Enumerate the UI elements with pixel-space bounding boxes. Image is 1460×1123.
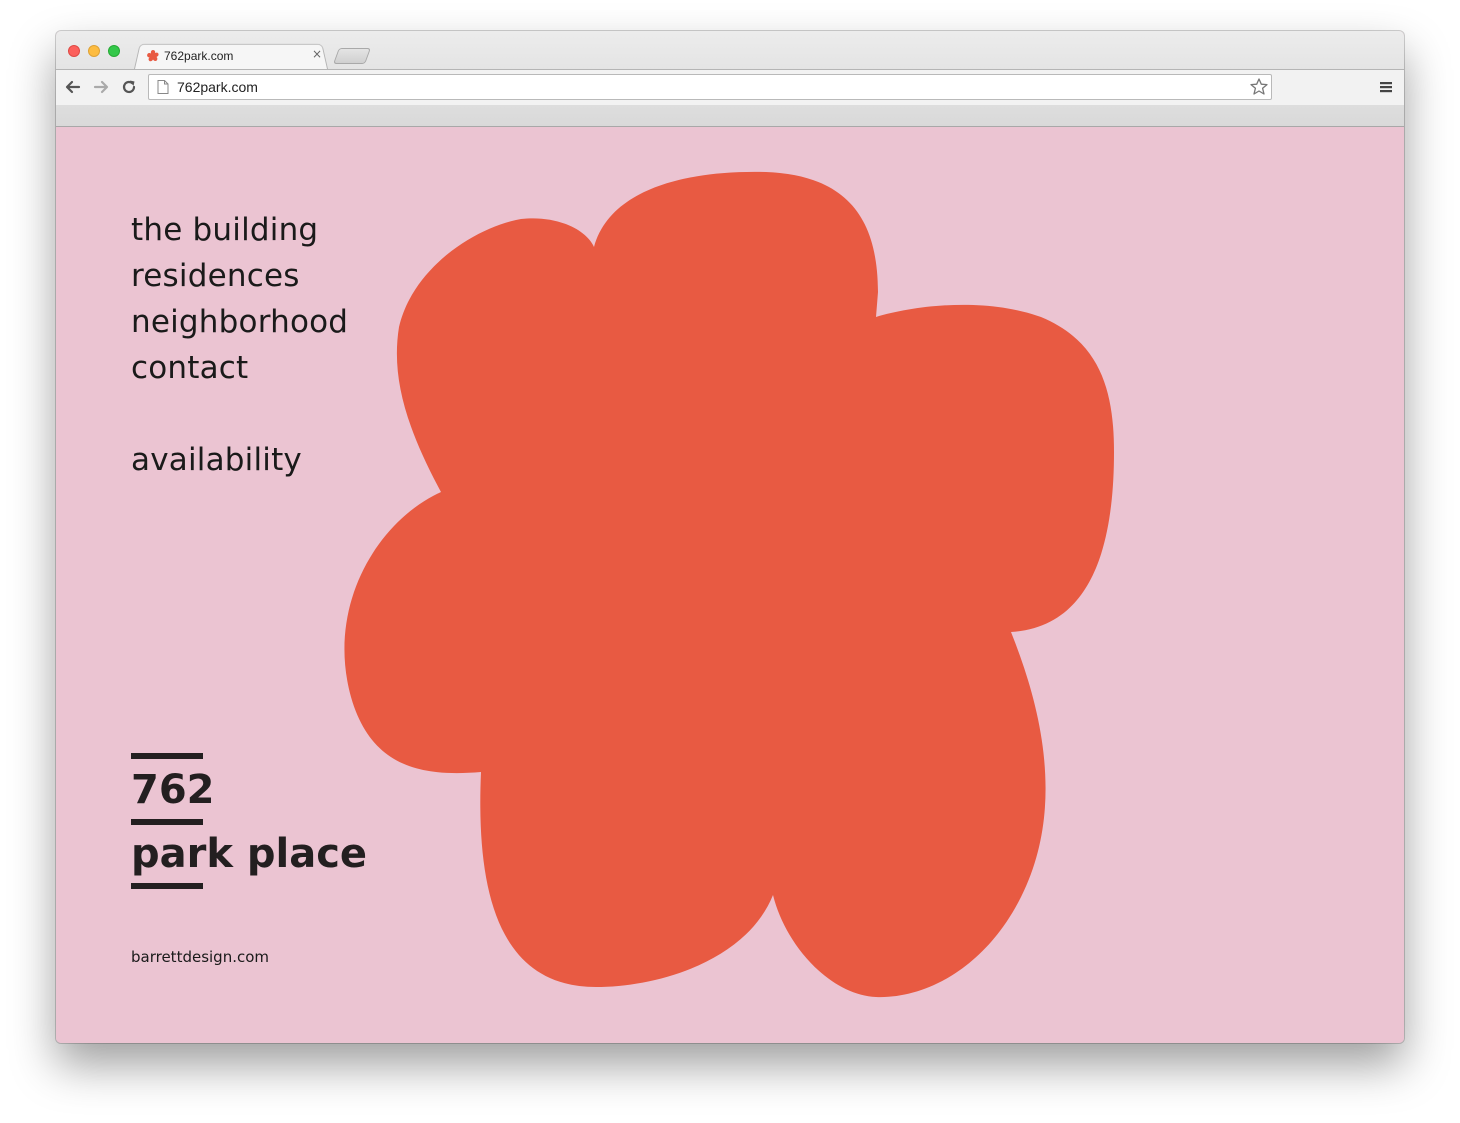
bookmark-star-icon[interactable] xyxy=(1249,77,1269,97)
menu-icon[interactable] xyxy=(1376,77,1396,97)
reload-icon xyxy=(122,80,136,94)
main-navigation: the building residences neighborhood con… xyxy=(131,207,348,483)
minimize-window-button[interactable] xyxy=(88,45,100,57)
forward-button[interactable] xyxy=(90,76,112,98)
logo-bar-top xyxy=(131,753,203,759)
page-content: the building residences neighborhood con… xyxy=(56,127,1404,1043)
logo-bar-middle xyxy=(131,819,203,825)
page-icon xyxy=(157,80,169,94)
reload-button[interactable] xyxy=(118,76,140,98)
site-logo[interactable]: 762 park place xyxy=(131,753,367,889)
nav-residences[interactable]: residences xyxy=(131,253,348,299)
url-text: 762park.com xyxy=(177,79,258,95)
browser-window: 762park.com × 762park.com the building r… xyxy=(56,31,1404,1043)
browser-chrome: 762park.com × 762park.com xyxy=(56,31,1404,127)
nav-the-building[interactable]: the building xyxy=(131,207,348,253)
browser-tab-content[interactable]: 762park.com × xyxy=(144,45,330,67)
tab-title: 762park.com xyxy=(164,49,234,63)
designer-credit-link[interactable]: barrettdesign.com xyxy=(131,948,269,966)
browser-toolbar: 762park.com xyxy=(56,69,1404,105)
nav-availability[interactable]: availability xyxy=(131,437,348,483)
address-bar[interactable]: 762park.com xyxy=(148,74,1272,100)
red-flower-icon xyxy=(147,50,159,62)
nav-neighborhood[interactable]: neighborhood xyxy=(131,299,348,345)
back-arrow-icon xyxy=(65,80,81,94)
back-button[interactable] xyxy=(62,76,84,98)
logo-number: 762 xyxy=(131,767,215,813)
tab-close-icon[interactable]: × xyxy=(312,47,322,61)
close-window-button[interactable] xyxy=(68,45,80,57)
forward-arrow-icon xyxy=(93,80,109,94)
logo-bar-bottom xyxy=(131,883,203,889)
nav-contact[interactable]: contact xyxy=(131,345,348,391)
flower-blob-shape xyxy=(344,171,1114,998)
logo-name: park place xyxy=(131,831,368,877)
new-tab-button[interactable] xyxy=(333,48,371,64)
maximize-window-button[interactable] xyxy=(108,45,120,57)
